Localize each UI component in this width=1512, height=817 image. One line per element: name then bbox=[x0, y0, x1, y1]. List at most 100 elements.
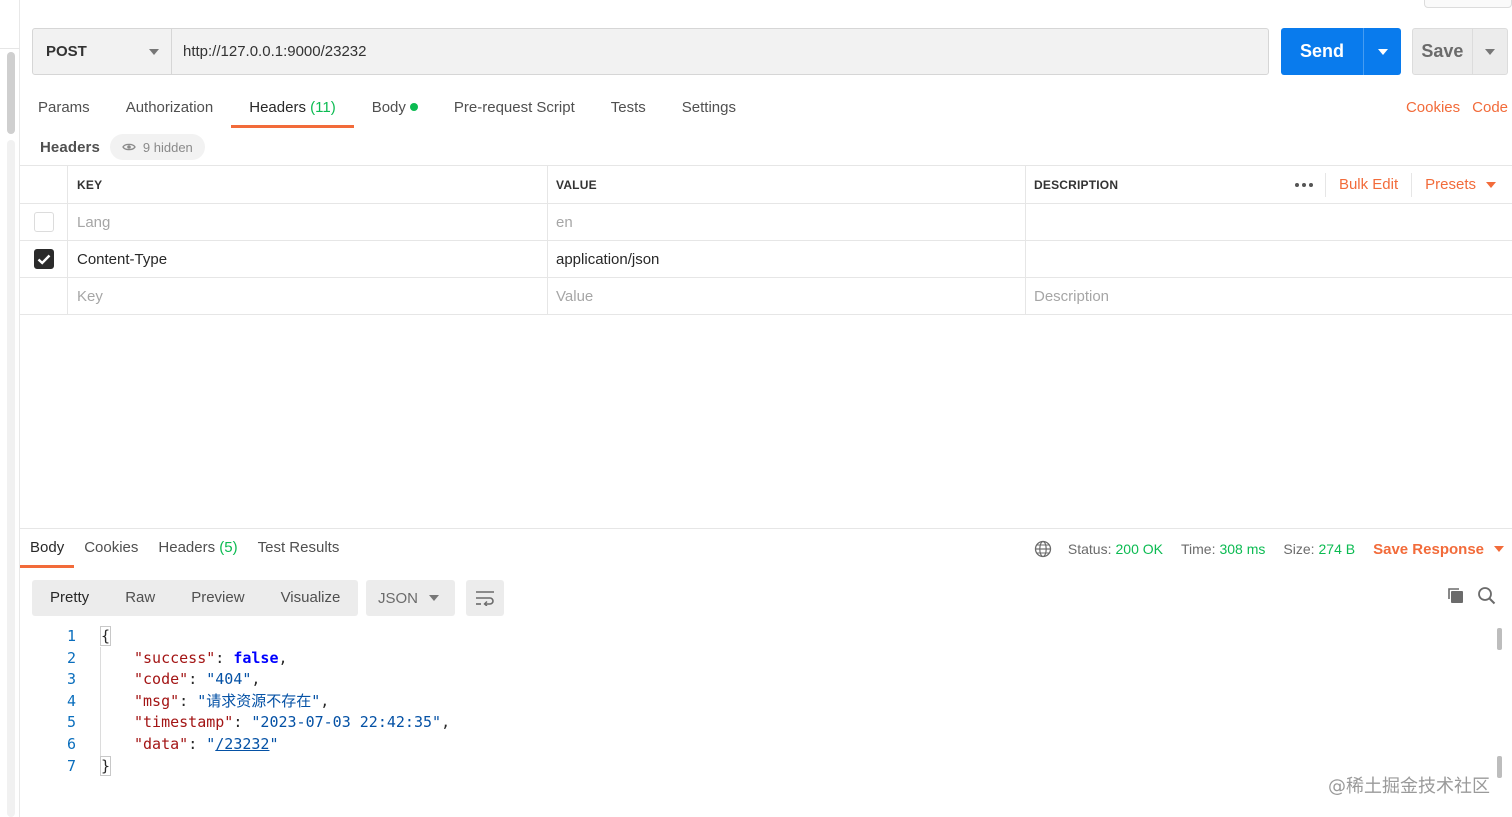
left-scrollbar-thumb[interactable] bbox=[7, 52, 15, 134]
headers-title: Headers bbox=[40, 138, 100, 156]
view-visualize[interactable]: Visualize bbox=[263, 580, 359, 616]
watermark: @稀土掘金技术社区 bbox=[1328, 776, 1490, 797]
url-input[interactable] bbox=[172, 29, 1268, 74]
data-link[interactable]: /23232 bbox=[215, 735, 269, 753]
tab-params[interactable]: Params bbox=[20, 90, 108, 128]
value-cell[interactable]: application/json bbox=[548, 241, 1026, 277]
wrap-icon bbox=[476, 591, 494, 606]
response-body-editor[interactable]: 1 { 2 "success": false, 3 "code": "404",… bbox=[20, 626, 1490, 777]
copy-icon[interactable] bbox=[1446, 586, 1465, 609]
tab-authorization[interactable]: Authorization bbox=[108, 90, 232, 128]
tab-body[interactable]: Body bbox=[354, 90, 436, 128]
eye-icon bbox=[122, 142, 136, 152]
method-select[interactable]: POST bbox=[33, 29, 172, 74]
code-line: 2 "success": false, bbox=[20, 648, 1490, 670]
time-label: Time: bbox=[1180, 541, 1216, 557]
bulk-edit-link[interactable]: Bulk Edit bbox=[1326, 172, 1413, 197]
tab-settings[interactable]: Settings bbox=[664, 90, 754, 128]
view-mode-group: Pretty Raw Preview Visualize bbox=[32, 580, 359, 616]
description-cell[interactable] bbox=[1026, 204, 1512, 240]
editor-scrollbar-thumb-bottom[interactable] bbox=[1497, 756, 1502, 778]
code-line: 1 { bbox=[20, 626, 1490, 648]
response-tab-test-results[interactable]: Test Results bbox=[248, 530, 350, 568]
globe-icon[interactable] bbox=[1034, 540, 1052, 558]
left-scrollbar[interactable] bbox=[0, 0, 20, 817]
open-brace: { bbox=[100, 626, 112, 646]
code-line: 4 "msg": "请求资源不存在", bbox=[20, 691, 1490, 713]
status-value: 200 OK bbox=[1115, 541, 1163, 557]
response-tab-cookies[interactable]: Cookies bbox=[74, 530, 148, 568]
table-row-new: Key Value Description bbox=[20, 278, 1512, 315]
send-options-toggle[interactable] bbox=[1363, 28, 1401, 75]
description-cell[interactable]: Description bbox=[1026, 278, 1512, 314]
tab-tests[interactable]: Tests bbox=[593, 90, 664, 128]
tab-headers[interactable]: Headers (11) bbox=[231, 90, 355, 128]
headers-table: KEY VALUE DESCRIPTION Bulk Edit Presets … bbox=[20, 165, 1512, 315]
wrap-lines-button[interactable] bbox=[466, 580, 504, 616]
close-brace: } bbox=[100, 755, 112, 776]
key-cell[interactable]: Key bbox=[68, 278, 548, 314]
chevron-down-icon bbox=[1377, 48, 1388, 55]
key-cell[interactable]: Lang bbox=[68, 204, 548, 240]
tab-label: Test Results bbox=[257, 539, 340, 556]
editor-scrollbar-thumb[interactable] bbox=[1497, 628, 1502, 650]
hidden-headers-toggle[interactable]: 9 hidden bbox=[109, 134, 205, 160]
more-options-icon[interactable] bbox=[1284, 172, 1326, 197]
save-button[interactable]: Save bbox=[1412, 28, 1508, 75]
top-corner-control[interactable] bbox=[1424, 0, 1512, 8]
size-info[interactable]: Size: 274 B bbox=[1283, 541, 1355, 557]
key-text: Content-Type bbox=[77, 250, 168, 268]
search-icon[interactable] bbox=[1477, 586, 1496, 609]
value-cell[interactable]: Value bbox=[548, 278, 1026, 314]
chevron-down-icon bbox=[429, 595, 439, 601]
checkmark-icon bbox=[37, 254, 50, 265]
request-links: Cookies Code bbox=[1406, 90, 1508, 128]
code-line: 5 "timestamp": "2023-07-03 22:42:35", bbox=[20, 712, 1490, 734]
view-raw[interactable]: Raw bbox=[107, 580, 173, 616]
save-response-dropdown[interactable]: Save Response bbox=[1373, 541, 1504, 558]
empty-check-cell bbox=[20, 278, 68, 314]
header-enable-checkbox[interactable] bbox=[33, 249, 54, 269]
json-value: "请求资源不存在" bbox=[197, 691, 321, 710]
tab-label: Authorization bbox=[125, 99, 214, 116]
left-scrollbar-track bbox=[7, 140, 15, 817]
tab-count: (5) bbox=[219, 539, 238, 556]
line-number: 7 bbox=[66, 756, 76, 775]
format-label: JSON bbox=[378, 589, 419, 607]
header-enable-checkbox[interactable] bbox=[33, 212, 54, 232]
cookies-link[interactable]: Cookies bbox=[1406, 90, 1460, 128]
save-options-toggle[interactable] bbox=[1471, 29, 1507, 74]
send-label: Send bbox=[1299, 41, 1344, 61]
request-tabs: Params Authorization Headers (11) Body P… bbox=[20, 90, 754, 128]
response-tab-body[interactable]: Body bbox=[20, 530, 75, 568]
json-key: "msg" bbox=[134, 691, 180, 710]
value-text: en bbox=[556, 213, 573, 231]
tab-label: Cookies bbox=[84, 539, 139, 556]
tab-pre-request-script[interactable]: Pre-request Script bbox=[436, 90, 593, 128]
headers-subheader: Headers 9 hidden bbox=[40, 134, 205, 160]
description-column-header: DESCRIPTION bbox=[1034, 177, 1119, 192]
chevron-down-icon bbox=[1486, 181, 1496, 188]
view-preview[interactable]: Preview bbox=[173, 580, 262, 616]
description-cell[interactable] bbox=[1026, 241, 1512, 277]
view-pretty[interactable]: Pretty bbox=[32, 580, 107, 616]
table-row: Content-Type application/json bbox=[20, 241, 1512, 278]
send-button[interactable]: Send bbox=[1281, 28, 1401, 75]
url-bar: POST bbox=[32, 28, 1269, 75]
response-divider[interactable] bbox=[20, 528, 1512, 529]
key-cell[interactable]: Content-Type bbox=[68, 241, 548, 277]
tab-count: (11) bbox=[310, 99, 336, 116]
value-cell[interactable]: en bbox=[548, 204, 1026, 240]
status-dot-icon bbox=[409, 103, 418, 111]
size-label: Size: bbox=[1283, 541, 1315, 557]
status-info[interactable]: Status: 200 OK bbox=[1068, 541, 1163, 557]
presets-dropdown[interactable]: Presets bbox=[1412, 173, 1512, 197]
value-placeholder: Value bbox=[556, 287, 594, 305]
time-info[interactable]: Time: 308 ms bbox=[1181, 541, 1265, 557]
save-label: Save bbox=[1421, 41, 1464, 61]
code-link[interactable]: Code bbox=[1472, 90, 1508, 128]
table-header-row: KEY VALUE DESCRIPTION Bulk Edit Presets bbox=[20, 166, 1512, 204]
format-select[interactable]: JSON bbox=[366, 580, 455, 616]
presets-label: Presets bbox=[1425, 176, 1476, 193]
response-tab-headers[interactable]: Headers (5) bbox=[148, 530, 247, 568]
